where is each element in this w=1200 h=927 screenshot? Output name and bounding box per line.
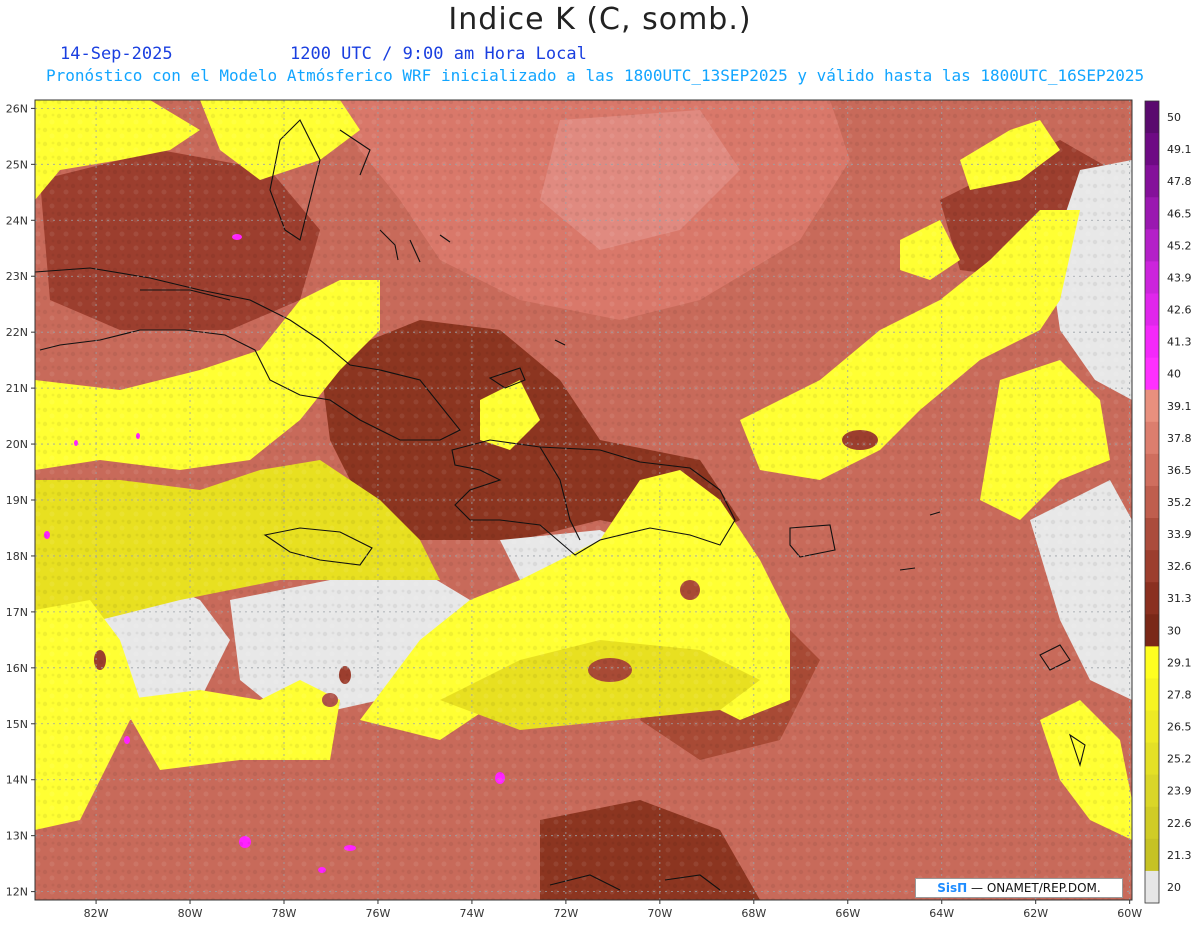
colorbar-swatch — [1145, 453, 1159, 487]
colorbar-swatch — [1145, 165, 1159, 198]
colorbar-swatch — [1145, 870, 1159, 904]
lon-label: 60W — [1117, 907, 1142, 920]
lat-label: 21N — [6, 382, 28, 395]
colorbar-label: 23.9 — [1167, 785, 1192, 798]
colorbar-swatch — [1145, 774, 1159, 808]
lat-label: 16N — [6, 662, 28, 675]
colorbar-swatch — [1145, 101, 1159, 134]
lat-label: 18N — [6, 550, 28, 563]
colorbar-label: 21.3 — [1167, 849, 1192, 862]
map-figure: 12N 13N 14N 15N 16N 17N 18N 19N 20N 21N 22N 23N 24N 2… — [6, 99, 1192, 920]
colorbar-label: 43.9 — [1167, 271, 1192, 284]
colorbar-label: 25.2 — [1167, 753, 1192, 766]
colorbar-label: 30 — [1167, 624, 1181, 637]
colorbar-label: 45.2 — [1167, 239, 1192, 252]
colorbar-label: 33.9 — [1167, 528, 1192, 541]
colorbar-swatch — [1145, 742, 1159, 776]
colorbar-swatch — [1145, 389, 1159, 423]
colorbar-label: 37.8 — [1167, 432, 1192, 445]
colorbar: 50 49.1 47.8 46.5 45.2 43.9 42.6 41.3 40 39.1 37.8… — [1144, 100, 1192, 904]
lat-label: 24N — [6, 214, 28, 227]
colorbar-swatch — [1145, 293, 1159, 327]
credit-text: — ONAMET/REP.DOM. — [967, 881, 1101, 895]
colorbar-label: 22.6 — [1167, 817, 1192, 830]
map-plot-area — [35, 100, 1132, 900]
lat-label: 14N — [6, 774, 28, 787]
colorbar-label: 40 — [1167, 368, 1181, 381]
colorbar-label: 47.8 — [1167, 175, 1192, 188]
lat-label: 17N — [6, 606, 28, 619]
colorbar-swatch — [1145, 357, 1159, 391]
lon-label: 64W — [929, 907, 954, 920]
colorbar-label: 42.6 — [1167, 304, 1192, 317]
lon-label: 76W — [366, 907, 391, 920]
colorbar-swatch — [1145, 614, 1159, 647]
colorbar-label: 32.6 — [1167, 560, 1192, 573]
colorbar-label: 49.1 — [1167, 143, 1192, 156]
colorbar-label: 46.5 — [1167, 207, 1192, 220]
colorbar-swatch — [1145, 229, 1159, 262]
lat-label: 23N — [6, 270, 28, 283]
colorbar-swatch — [1145, 133, 1159, 166]
colorbar-swatch — [1145, 421, 1159, 455]
colorbar-swatch — [1145, 806, 1159, 840]
longitude-labels: 82W 80W 78W 76W 74W 72W 70W 68W 66W 64W 62W 60W — [84, 900, 1142, 920]
colorbar-swatch — [1145, 518, 1159, 551]
lon-label: 66W — [835, 907, 860, 920]
lon-label: 62W — [1023, 907, 1048, 920]
colorbar-swatch — [1145, 646, 1159, 679]
colorbar-label: 26.5 — [1167, 721, 1192, 734]
lat-label: 22N — [6, 326, 28, 339]
colorbar-label: 31.3 — [1167, 592, 1192, 605]
lon-label: 80W — [178, 907, 203, 920]
colorbar-swatch — [1145, 485, 1159, 519]
lon-label: 78W — [272, 907, 297, 920]
colorbar-swatch — [1145, 838, 1159, 872]
colorbar-swatch — [1145, 710, 1159, 744]
credit-logo: SisΠ — [937, 881, 968, 895]
colorbar-swatch — [1145, 582, 1159, 615]
lon-label: 82W — [84, 907, 109, 920]
colorbar-label: 36.5 — [1167, 464, 1192, 477]
credit-box: SisΠ — ONAMET/REP.DOM. — [915, 878, 1123, 898]
lon-label: 70W — [647, 907, 672, 920]
colorbar-label: 39.1 — [1167, 400, 1192, 413]
lon-label: 74W — [459, 907, 484, 920]
lat-label: 20N — [6, 438, 28, 451]
lat-label: 12N — [6, 886, 28, 899]
colorbar-label: 35.2 — [1167, 496, 1192, 509]
lat-label: 26N — [6, 102, 28, 115]
latitude-labels: 12N 13N 14N 15N 16N 17N 18N 19N 20N 21N 22N 23N 24N 2… — [6, 102, 35, 899]
colorbar-swatch — [1145, 678, 1159, 712]
lon-label: 72W — [553, 907, 578, 920]
colorbar-swatch — [1145, 550, 1159, 583]
lon-label: 68W — [741, 907, 766, 920]
colorbar-swatch — [1145, 197, 1159, 230]
lat-label: 15N — [6, 718, 28, 731]
colorbar-label: 27.8 — [1167, 688, 1192, 701]
colorbar-swatch — [1145, 261, 1159, 294]
colorbar-label: 50 — [1167, 111, 1181, 124]
lat-label: 19N — [6, 494, 28, 507]
colorbar-label: 29.1 — [1167, 656, 1192, 669]
colorbar-label: 20 — [1167, 881, 1181, 894]
colorbar-swatch — [1145, 325, 1159, 359]
lat-label: 25N — [6, 158, 28, 171]
colorbar-label: 41.3 — [1167, 336, 1192, 349]
lat-label: 13N — [6, 830, 28, 843]
